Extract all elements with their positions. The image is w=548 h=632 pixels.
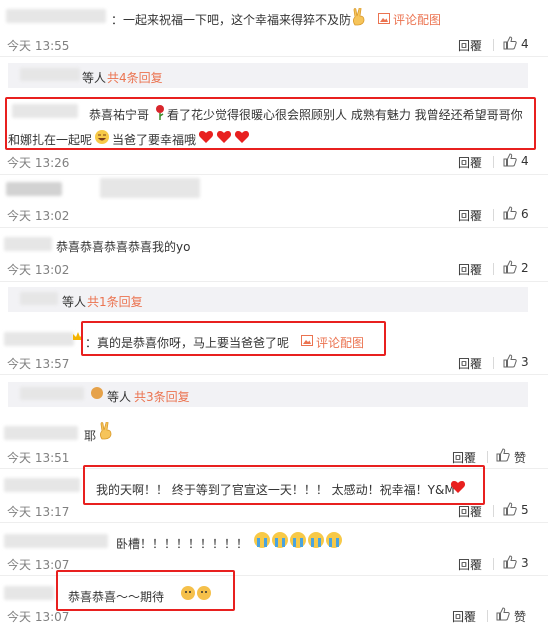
thumbs-up-icon[interactable] bbox=[503, 206, 517, 223]
comment-time: 今天 13:02 bbox=[7, 209, 70, 223]
comment-time: 今天 13:17 bbox=[7, 505, 70, 519]
thumbs-up-icon[interactable] bbox=[503, 153, 517, 170]
like-count: 4 bbox=[521, 37, 529, 51]
subreply-label: 等人 bbox=[62, 295, 87, 309]
thumbs-up-icon[interactable] bbox=[503, 260, 517, 277]
thumbs-up-icon[interactable] bbox=[503, 502, 517, 519]
reply-button[interactable]: 回覆 bbox=[452, 608, 476, 625]
username-blurred[interactable] bbox=[6, 182, 62, 196]
thumbs-up-icon[interactable] bbox=[503, 36, 517, 53]
like-count: 赞 bbox=[514, 451, 527, 465]
comment-text-blurred bbox=[100, 178, 200, 198]
like-count: 3 bbox=[521, 556, 529, 570]
username-blurred[interactable] bbox=[4, 534, 108, 548]
reply-button[interactable]: 回覆 bbox=[452, 449, 476, 466]
reply-button[interactable]: 回覆 bbox=[458, 556, 482, 573]
thumbs-up-icon[interactable] bbox=[496, 448, 510, 465]
subreply-link[interactable]: 共4条回复 bbox=[107, 69, 163, 86]
image-icon bbox=[378, 13, 390, 27]
highlight-box bbox=[5, 97, 536, 150]
username-blurred[interactable] bbox=[4, 478, 80, 492]
username-blurred[interactable] bbox=[6, 9, 106, 23]
like-count: 4 bbox=[521, 154, 529, 168]
like-count: 3 bbox=[521, 355, 529, 369]
peace-emoji bbox=[98, 421, 114, 443]
comment-text: 卧槽！！！！！！！！！ bbox=[116, 537, 249, 551]
highlight-box bbox=[83, 465, 485, 505]
username-blurred bbox=[20, 68, 80, 81]
comment-text: ：一起来祝福一下吧，这个幸福来得猝不及防 bbox=[111, 13, 352, 27]
subreply-bar[interactable] bbox=[8, 382, 528, 407]
username-blurred bbox=[20, 292, 58, 305]
thumbs-up-icon[interactable] bbox=[496, 607, 510, 624]
subreply-link[interactable]: 共3条回复 bbox=[134, 388, 190, 405]
highlight-box bbox=[81, 321, 386, 356]
reply-button[interactable]: 回覆 bbox=[458, 37, 482, 54]
subreply-label: 等人 bbox=[107, 390, 132, 404]
victory-hand-emoji bbox=[351, 7, 367, 29]
comment-time: 今天 13:07 bbox=[7, 610, 70, 624]
comment-time: 今天 13:02 bbox=[7, 263, 70, 277]
comment-time: 今天 13:57 bbox=[7, 357, 70, 371]
subreply-link[interactable]: 共1条回复 bbox=[87, 293, 143, 310]
like-count: 5 bbox=[521, 503, 529, 517]
reply-button[interactable]: 回覆 bbox=[458, 503, 482, 520]
crying-face-emoji bbox=[253, 531, 345, 552]
reply-button[interactable]: 回覆 bbox=[458, 355, 482, 372]
comment-text: 耶 bbox=[84, 429, 97, 443]
reply-button[interactable]: 回覆 bbox=[458, 261, 482, 278]
username-blurred[interactable] bbox=[4, 586, 54, 600]
like-count: 6 bbox=[521, 207, 529, 221]
comment-time: 今天 13:51 bbox=[7, 451, 70, 465]
comment-text: 恭喜恭喜恭喜恭喜我的yo bbox=[56, 240, 191, 254]
username-blurred[interactable] bbox=[4, 332, 74, 346]
username-blurred[interactable] bbox=[4, 237, 52, 251]
thumbs-up-icon[interactable] bbox=[503, 555, 517, 572]
comment-time: 今天 13:55 bbox=[7, 39, 70, 53]
reply-button[interactable]: 回覆 bbox=[458, 154, 482, 171]
smiling-face-emoji bbox=[90, 386, 104, 403]
username-blurred[interactable] bbox=[4, 426, 78, 440]
like-count: 2 bbox=[521, 261, 529, 275]
highlight-box bbox=[56, 570, 235, 611]
comment-photo-link[interactable]: 评论配图 bbox=[393, 11, 441, 28]
comment-time: 今天 13:26 bbox=[7, 156, 70, 170]
thumbs-up-icon[interactable] bbox=[503, 354, 517, 371]
like-count: 赞 bbox=[514, 610, 527, 624]
username-blurred bbox=[20, 387, 84, 400]
subreply-label: 等人 bbox=[82, 71, 107, 85]
reply-button[interactable]: 回覆 bbox=[458, 207, 482, 224]
